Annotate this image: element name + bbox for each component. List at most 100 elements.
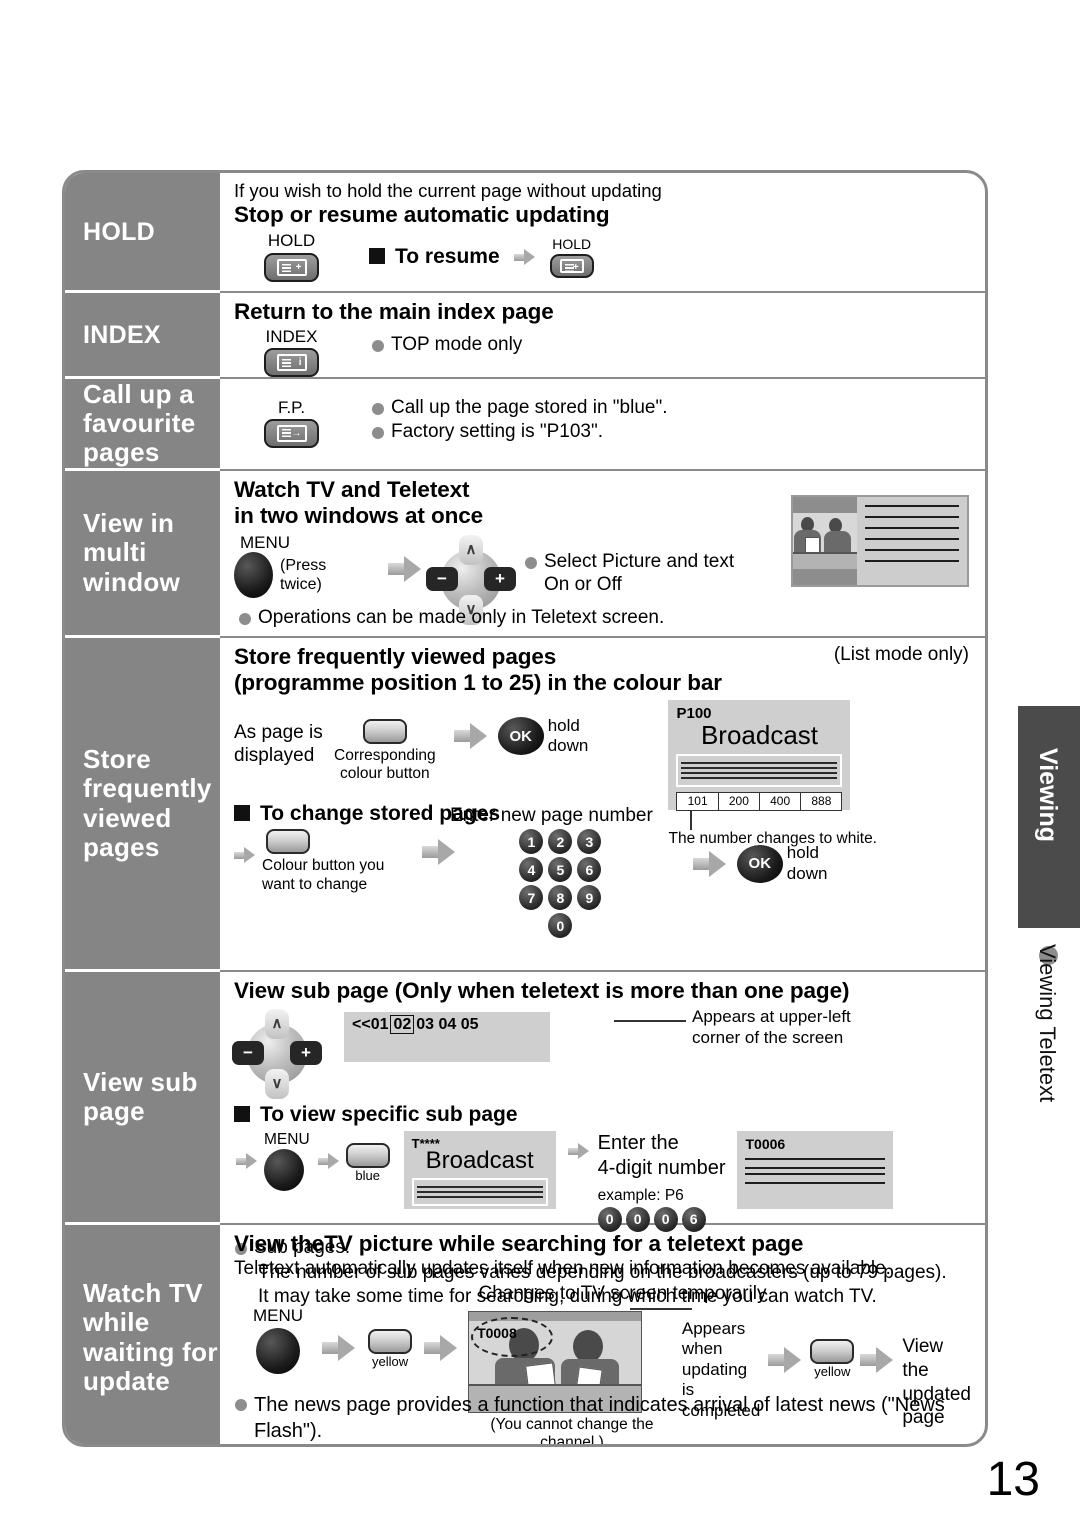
dpad-control[interactable]: ∧ ∨ − + xyxy=(232,1009,322,1100)
chapter-subtitle-label: Viewing Teletext xyxy=(1035,944,1060,1103)
arrow-right-icon xyxy=(567,1142,590,1160)
colour-button-caption-1: Colour button you xyxy=(262,857,385,875)
blue-colour-button[interactable] xyxy=(345,1142,390,1168)
appears-note-2: when xyxy=(681,1339,723,1359)
watch-waiting-intro: Teletext automatically updates itself wh… xyxy=(234,1258,891,1280)
down-caption: down xyxy=(547,736,589,756)
menu-button[interactable] xyxy=(264,1148,304,1191)
key-5[interactable]: 5 xyxy=(548,857,573,883)
key-6[interactable]: 6 xyxy=(577,857,602,883)
subpage-heading: View sub page (Only when teletext is mor… xyxy=(234,978,850,1003)
studio-thumbnail xyxy=(793,513,857,569)
hold-glyph-icon: + xyxy=(276,259,307,277)
multi-window-video-pane xyxy=(793,497,857,585)
list-mode-only-note: (List mode only) xyxy=(833,644,969,665)
section-hold: HOLD If you wish to hold the current pag… xyxy=(65,173,985,293)
view-specific-subpage-heading: To view specific sub page xyxy=(234,1102,971,1128)
chapter-tab-label: Viewing xyxy=(1034,748,1062,843)
resume-button-caption: HOLD xyxy=(552,236,592,253)
change-stored-pages-heading: To change stored pages xyxy=(234,801,971,827)
key-0[interactable]: 0 xyxy=(548,913,573,939)
sidebar-item-index: INDEX xyxy=(65,293,220,379)
store-heading-2: (programme position 1 to 25) in the colo… xyxy=(234,670,722,696)
menu-button-caption: MENU xyxy=(253,1306,304,1326)
dpad-up-icon[interactable]: ∧ xyxy=(265,1009,289,1040)
dpad-plus-icon[interactable]: + xyxy=(484,566,516,591)
hold-intro: If you wish to hold the current page wit… xyxy=(234,180,662,201)
index-button-caption: INDEX xyxy=(265,327,318,347)
arrow-right-icon xyxy=(322,1335,356,1362)
hold-glyph-icon: + xyxy=(559,259,584,274)
multi-window-illustration xyxy=(791,495,969,587)
arrow-right-icon xyxy=(513,248,536,266)
displayed: displayed xyxy=(234,745,315,767)
corresponding-caption-1: Corresponding xyxy=(334,746,436,764)
chapter-subtitle: Viewing Teletext xyxy=(1026,940,1072,1240)
fp-note-1: Call up the page stored in "blue". xyxy=(371,396,668,421)
arrow-right-icon xyxy=(424,1335,458,1362)
yellow-colour-button[interactable] xyxy=(810,1339,855,1365)
menu-button-caption: MENU xyxy=(240,532,291,552)
fp-button-icon[interactable]: → xyxy=(264,418,319,448)
key-3[interactable]: 3 xyxy=(577,829,602,855)
index-heading: Return to the main index page xyxy=(234,299,554,324)
yellow-colour-button[interactable] xyxy=(368,1329,413,1355)
subpage-result-screen: T0006 xyxy=(737,1130,894,1209)
colour-button-icon[interactable] xyxy=(266,829,310,855)
chapter-tab: Viewing xyxy=(1018,706,1080,928)
menu-button[interactable] xyxy=(256,1327,301,1374)
arrow-right-icon xyxy=(234,847,256,864)
screen-text-lines xyxy=(411,1177,548,1206)
screen-title: Broadcast xyxy=(700,720,819,750)
key-8[interactable]: 8 xyxy=(548,885,573,911)
section-subpage-content: View sub page (Only when teletext is mor… xyxy=(220,972,985,1307)
dpad-plus-icon[interactable]: + xyxy=(290,1041,322,1066)
dpad-minus-icon[interactable]: − xyxy=(232,1041,264,1066)
hold-button-icon[interactable]: + xyxy=(264,253,319,283)
subpage-screen-illustration: T**** Broadcast xyxy=(403,1130,556,1209)
dpad-down-icon[interactable]: ∨ xyxy=(265,1069,289,1100)
key-9[interactable]: 9 xyxy=(577,885,602,911)
corresponding-caption-2: colour button xyxy=(340,764,430,782)
numeric-keypad[interactable]: 1 2 3 4 5 6 7 8 9 0 xyxy=(468,829,653,939)
section-store: Store frequently viewed pages (List mode… xyxy=(65,638,985,972)
as-page-is: As page is xyxy=(234,721,323,743)
dpad-minus-icon[interactable]: − xyxy=(426,566,458,591)
menu-button[interactable] xyxy=(234,552,274,599)
press-twice-note: (Press twice) xyxy=(280,556,327,594)
screen-title: Broadcast xyxy=(425,1146,534,1174)
section-watch-waiting-content: View theTV picture while searching for a… xyxy=(220,1225,985,1444)
dpad-up-icon[interactable]: ∧ xyxy=(459,534,483,565)
subpage-selected: 02 xyxy=(390,1015,415,1035)
view-updated-1: View the xyxy=(902,1336,944,1381)
multi-window-text-pane xyxy=(857,497,967,585)
appears-upper-left-1: Appears at upper-left xyxy=(692,1007,851,1026)
key-1[interactable]: 1 xyxy=(519,829,544,855)
to-resume-label: To resume xyxy=(369,244,500,270)
arrow-right-icon xyxy=(422,839,456,866)
arrow-right-icon xyxy=(388,555,422,582)
key-4[interactable]: 4 xyxy=(519,857,544,883)
resume-button-icon[interactable]: + xyxy=(549,254,594,279)
index-glyph-icon: i xyxy=(276,354,307,371)
changes-to-tv-note: Changes to TV screen temporarily xyxy=(478,1283,767,1305)
section-store-content: (List mode only) Store frequently viewed… xyxy=(220,638,985,972)
fp-button-caption: F.P. xyxy=(277,398,306,417)
screen-text-lines xyxy=(676,754,843,787)
index-button-icon[interactable]: i xyxy=(264,348,319,377)
ok-button[interactable]: OK xyxy=(497,717,544,756)
sidebar-item-watch-waiting: Watch TV while waiting for update xyxy=(65,1225,220,1444)
key-7[interactable]: 7 xyxy=(519,885,544,911)
key-2[interactable]: 2 xyxy=(548,829,573,855)
ok-button[interactable]: OK xyxy=(736,844,783,883)
page-number: 13 xyxy=(986,1453,1040,1506)
yellow-button-caption-2: yellow xyxy=(814,1364,851,1380)
section-favourite-content: F.P. → Call up the page stored in "blue"… xyxy=(220,379,985,471)
colour-button-caption-2: want to change xyxy=(262,875,368,893)
colour-button-icon[interactable] xyxy=(362,718,407,744)
enter-digit-line-1: Enter the xyxy=(597,1131,679,1154)
section-index-content: Return to the main index page INDEX i TO… xyxy=(220,293,985,379)
down-caption: down xyxy=(786,863,828,883)
section-multi-window: View in multi window Watch TV and Telete… xyxy=(65,471,985,638)
hold-caption: hold xyxy=(547,715,580,735)
